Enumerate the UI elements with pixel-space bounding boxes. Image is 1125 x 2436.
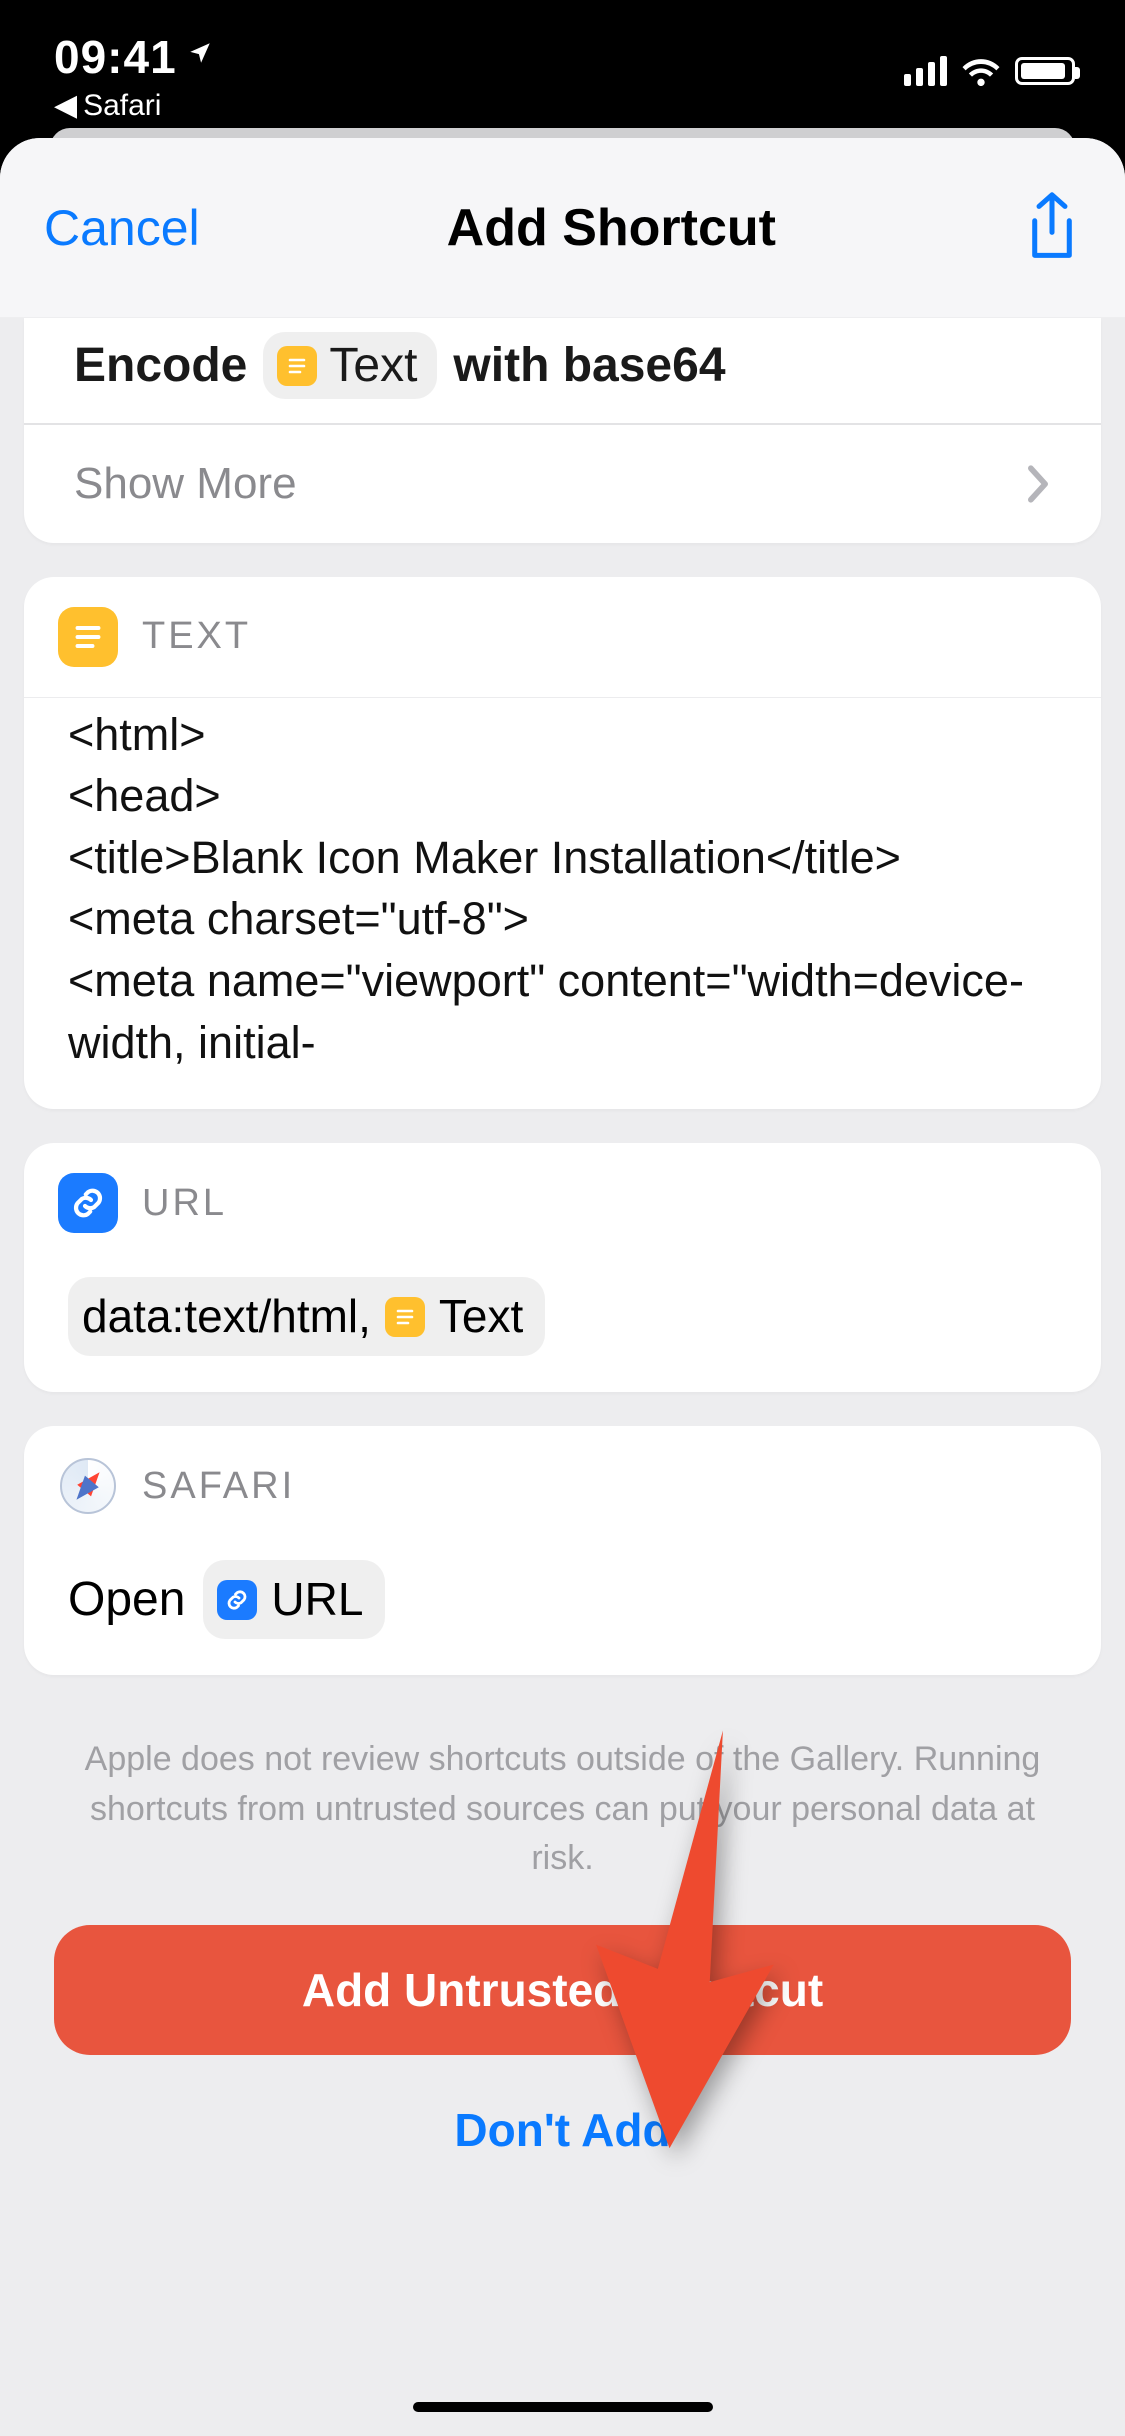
share-button[interactable] — [1023, 192, 1081, 264]
url-action-icon — [58, 1173, 118, 1233]
cancel-button[interactable]: Cancel — [44, 199, 200, 257]
home-indicator[interactable] — [413, 2402, 713, 2412]
status-bar: 09:41 ◀ Safari — [0, 0, 1125, 130]
back-app-label: Safari — [83, 89, 161, 123]
encode-token-label: Text — [329, 338, 417, 393]
text-body: <html> <head> <title>Blank Icon Maker In… — [24, 697, 1101, 1110]
show-more-label: Show More — [74, 459, 297, 509]
action-card-url[interactable]: URL data:text/html, Text — [24, 1143, 1101, 1392]
text-variable-icon — [277, 346, 317, 386]
safari-token-label: URL — [271, 1568, 363, 1631]
cellular-signal-icon — [904, 56, 947, 86]
action-card-safari[interactable]: SAFARI Open URL — [24, 1426, 1101, 1675]
add-untrusted-shortcut-button[interactable]: Add Untrusted Shortcut — [54, 1925, 1071, 2055]
chevron-left-icon: ◀ — [54, 88, 77, 123]
action-card-encode[interactable]: Encode Text with base64 Show More — [24, 318, 1101, 543]
wifi-icon — [961, 56, 1001, 86]
text-action-icon — [58, 607, 118, 667]
url-prefix: data:text/html, — [82, 1285, 371, 1348]
url-token-label: Text — [439, 1285, 523, 1348]
page-title: Add Shortcut — [447, 198, 776, 258]
secondary-button-label: Don't Add — [454, 2104, 670, 2156]
back-to-app[interactable]: ◀ Safari — [54, 88, 213, 123]
safari-action-icon — [58, 1456, 118, 1516]
safari-url-pill[interactable]: URL — [203, 1560, 385, 1639]
chevron-right-icon — [1025, 464, 1051, 504]
nav-bar: Cancel Add Shortcut — [0, 138, 1125, 318]
safari-prefix: Open — [68, 1567, 185, 1633]
encode-prefix: Encode — [74, 338, 247, 393]
encode-text-token[interactable]: Text — [263, 332, 437, 399]
encode-suffix: with base64 — [453, 338, 725, 393]
battery-icon — [1015, 57, 1075, 85]
action-card-text[interactable]: TEXT <html> <head> <title>Blank Icon Mak… — [24, 577, 1101, 1110]
url-value-pill[interactable]: data:text/html, Text — [68, 1277, 545, 1356]
text-header-label: TEXT — [142, 615, 251, 658]
text-variable-icon — [385, 1297, 425, 1337]
primary-button-label: Add Untrusted Shortcut — [302, 1963, 823, 2017]
untrusted-warning: Apple does not review shortcuts outside … — [84, 1735, 1041, 1883]
location-services-icon — [187, 37, 213, 74]
status-time: 09:41 — [54, 30, 177, 84]
show-more-row[interactable]: Show More — [24, 425, 1101, 543]
url-variable-icon — [217, 1580, 257, 1620]
url-header-label: URL — [142, 1182, 227, 1225]
modal-sheet: Cancel Add Shortcut Encode Text with bas… — [0, 138, 1125, 2436]
safari-header-label: SAFARI — [142, 1465, 295, 1508]
dont-add-button[interactable]: Don't Add — [24, 2103, 1101, 2157]
